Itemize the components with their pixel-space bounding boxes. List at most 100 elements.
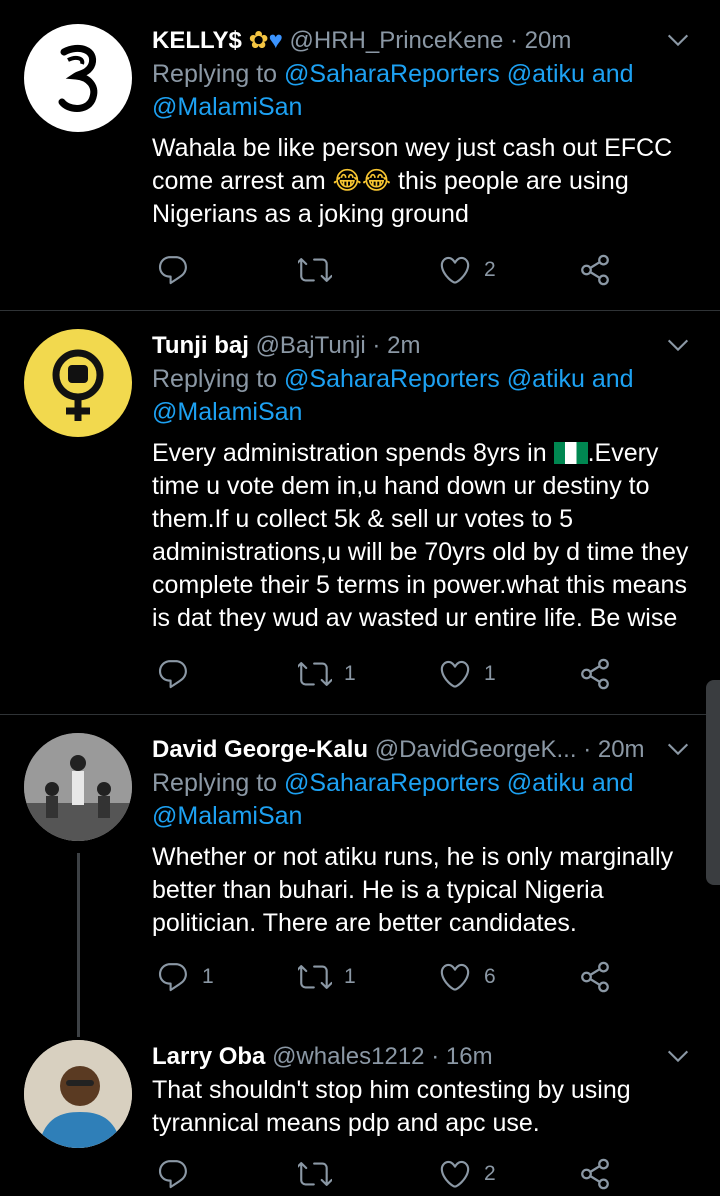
replying-mentions-2[interactable]: @MalamiSan: [152, 802, 302, 830]
tweet-text-line: this people are using: [398, 167, 629, 195]
like-icon: [438, 1157, 472, 1191]
tweet-text-line: politician. There are better candidates.: [152, 909, 577, 937]
reply-icon: [156, 1157, 190, 1191]
share-icon: [578, 657, 612, 691]
like-icon: [438, 657, 472, 691]
tweet-2[interactable]: Tunji baj @BajTunji · 2m Replying to @Sa…: [0, 311, 720, 714]
avatar[interactable]: [24, 329, 132, 437]
tweet-text: That shouldn't stop him contesting by us…: [152, 1074, 692, 1140]
retweet-button[interactable]: 1: [298, 957, 356, 997]
tweet-text-line: Wahala be like person wey just cash out …: [152, 134, 673, 162]
share-button[interactable]: [578, 957, 612, 997]
like-count: 2: [484, 258, 496, 281]
replying-mentions-2[interactable]: @MalamiSan: [152, 93, 302, 121]
handle[interactable]: @BajTunji: [256, 332, 366, 359]
tweet-3[interactable]: David George-Kalu @DavidGeorgeK... · 20m…: [0, 715, 720, 1037]
like-button[interactable]: 1: [438, 654, 496, 694]
tweet-text-line: Nigerians as a joking ground: [152, 200, 469, 228]
share-button[interactable]: [578, 654, 612, 694]
three-logo-icon: [58, 45, 98, 112]
separator-dot: ·: [372, 332, 381, 359]
replying-to-label: Replying to: [152, 60, 278, 88]
timestamp[interactable]: 20m: [525, 27, 572, 54]
separator-dot: ·: [583, 736, 592, 763]
replying-mentions[interactable]: @SaharaReporters @atiku and: [284, 769, 634, 797]
chevron-down-icon[interactable]: [664, 1042, 692, 1070]
reply-icon: [156, 657, 190, 691]
tweet-header: KELLY$ ✿♥ @HRH_PrinceKene · 20m: [152, 24, 692, 58]
replying-to: Replying to @SaharaReporters @atiku and …: [152, 58, 692, 124]
action-bar: 1 1: [152, 654, 632, 694]
retweet-button[interactable]: 1: [298, 654, 356, 694]
retweet-button[interactable]: [298, 250, 344, 290]
display-name[interactable]: Larry Oba: [152, 1043, 265, 1070]
replying-to-label: Replying to: [152, 365, 278, 393]
tweet-text: Whether or not atiku runs, he is only ma…: [152, 841, 692, 940]
tweet-text-line: complete their 5 terms in power.what thi…: [152, 571, 687, 599]
tweet-text-line: Every administration spends 8yrs in: [152, 439, 547, 467]
avatar[interactable]: [24, 1040, 132, 1148]
retweet-icon: [298, 960, 332, 994]
tweet-1[interactable]: KELLY$ ✿♥ @HRH_PrinceKene · 20m Replying…: [0, 0, 720, 310]
display-name[interactable]: KELLY$: [152, 27, 242, 54]
scrollbar[interactable]: [706, 680, 720, 885]
flower-emoji-icon: ✿: [248, 27, 269, 54]
timestamp[interactable]: 16m: [446, 1043, 493, 1070]
like-button[interactable]: 2: [438, 1154, 496, 1194]
like-button[interactable]: 6: [438, 957, 496, 997]
reply-count: 1: [202, 965, 214, 988]
tweet-text-line: is dat they wud av wasted ur entire life…: [152, 604, 678, 632]
share-button[interactable]: [578, 250, 612, 290]
handle[interactable]: @whales1212: [272, 1043, 424, 1070]
tweet-header: Larry Oba @whales1212 · 16m: [152, 1040, 692, 1074]
retweet-count: 1: [344, 965, 356, 988]
replying-mentions[interactable]: @SaharaReporters @atiku and: [284, 60, 634, 88]
feminist-fist-icon: [52, 349, 104, 421]
nigeria-flag-icon: [553, 442, 588, 464]
retweet-button[interactable]: [298, 1154, 344, 1194]
replying-to-label: Replying to: [152, 769, 278, 797]
action-bar: 2: [152, 250, 632, 290]
avatar[interactable]: [24, 24, 132, 132]
replying-mentions-2[interactable]: @MalamiSan: [152, 398, 302, 426]
avatar[interactable]: [24, 733, 132, 841]
chevron-down-icon[interactable]: [664, 735, 692, 763]
share-button[interactable]: [578, 1154, 612, 1194]
retweet-icon: [298, 657, 332, 691]
reply-button[interactable]: [156, 250, 202, 290]
timestamp[interactable]: 20m: [598, 736, 645, 763]
like-icon: [438, 960, 472, 994]
tweet-text-line: tyrannical means pdp and apc use.: [152, 1109, 540, 1137]
replying-to: Replying to @SaharaReporters @atiku and …: [152, 767, 692, 833]
separator-dot: ·: [509, 27, 518, 54]
tweet-text-line: better than buhari. He is a typical Nige…: [152, 876, 604, 904]
handle[interactable]: @DavidGeorgeK...: [375, 736, 577, 763]
tweet-header: David George-Kalu @DavidGeorgeK... · 20m: [152, 733, 692, 767]
chevron-down-icon[interactable]: [664, 331, 692, 359]
action-bar: 2: [152, 1154, 632, 1194]
reply-button[interactable]: 1: [156, 957, 214, 997]
share-icon: [578, 1157, 612, 1191]
chevron-down-icon[interactable]: [664, 26, 692, 54]
reply-button[interactable]: [156, 654, 202, 694]
like-button[interactable]: 2: [438, 250, 496, 290]
tweet-text-line: That shouldn't stop him contesting by us…: [152, 1076, 631, 1104]
share-icon: [578, 253, 612, 287]
tweet-text-line: come arrest am: [152, 167, 326, 195]
reply-button[interactable]: [156, 1154, 202, 1194]
replying-mentions[interactable]: @SaharaReporters @atiku and: [284, 365, 634, 393]
retweet-icon: [298, 1157, 332, 1191]
tweet-4[interactable]: Larry Oba @whales1212 · 16m That shouldn…: [0, 1022, 720, 1196]
tweet-text-line: administrations,u will be 70yrs old by d…: [152, 538, 689, 566]
tweet-text-line: .Every: [587, 439, 659, 467]
retweet-count: 1: [344, 662, 356, 685]
display-name[interactable]: Tunji baj: [152, 332, 249, 359]
reply-icon: [156, 253, 190, 287]
timestamp[interactable]: 2m: [387, 332, 420, 359]
retweet-icon: [298, 253, 332, 287]
handle[interactable]: @HRH_PrinceKene: [290, 27, 504, 54]
separator-dot: ·: [431, 1043, 440, 1070]
tweet-text-line: time u vote dem in,u hand down ur destin…: [152, 472, 650, 500]
display-name[interactable]: David George-Kalu: [152, 736, 368, 763]
tweet-text: Wahala be like person wey just cash out …: [152, 132, 692, 231]
